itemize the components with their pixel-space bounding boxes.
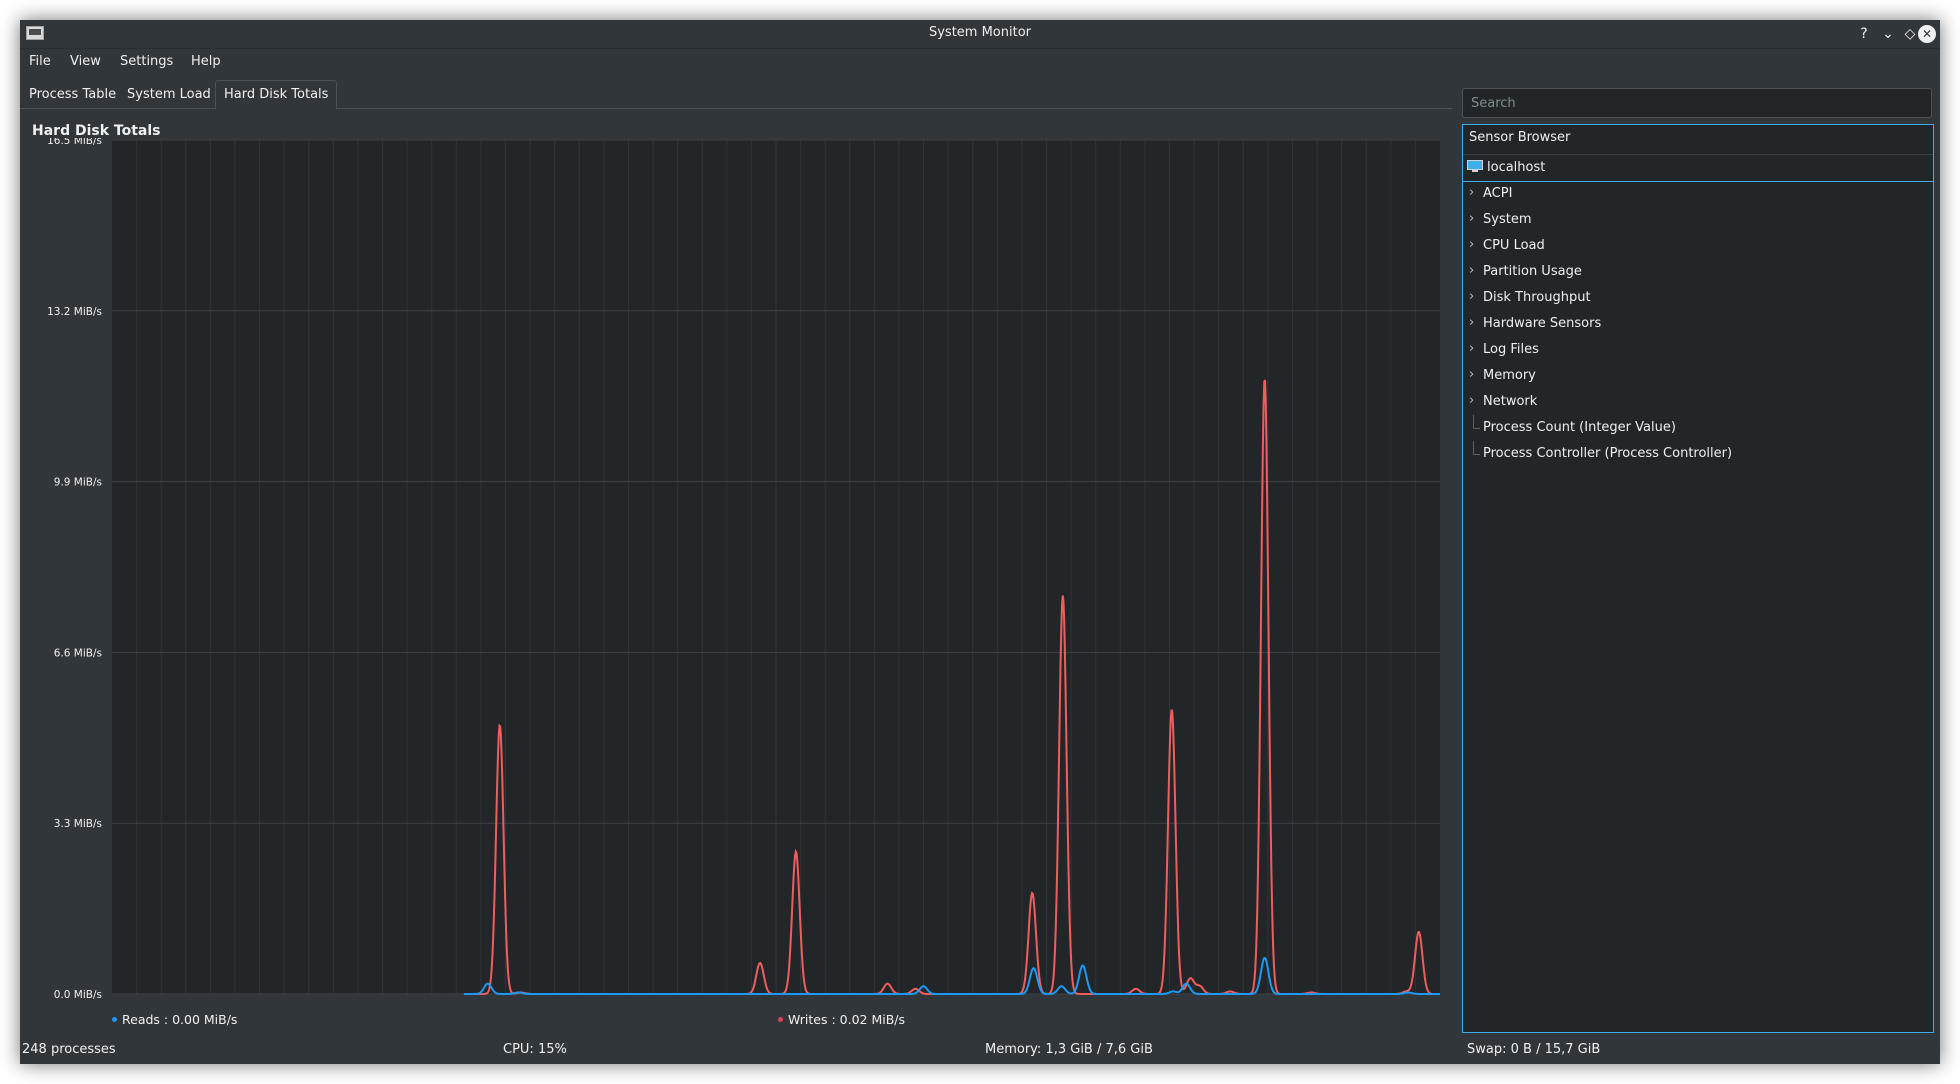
chevron-right-icon[interactable]: › bbox=[1469, 315, 1474, 330]
chevron-right-icon[interactable]: › bbox=[1469, 237, 1474, 252]
legend-reads-label: Reads : 0.00 MiB/s bbox=[122, 1012, 238, 1027]
chevron-right-icon[interactable]: › bbox=[1469, 289, 1474, 304]
tree-item-log-files[interactable]: › Log Files bbox=[1463, 337, 1933, 363]
tree-item-label: Partition Usage bbox=[1483, 264, 1582, 279]
tree-item-acpi[interactable]: › ACPI bbox=[1463, 181, 1933, 207]
tree-item-memory[interactable]: › Memory bbox=[1463, 363, 1933, 389]
tree-item-label: Log Files bbox=[1483, 342, 1539, 357]
status-bar: 248 processes CPU: 15% Memory: 1,3 GiB /… bbox=[20, 1038, 1940, 1060]
tree-label-localhost: localhost bbox=[1487, 160, 1546, 175]
status-memory: Memory: 1,3 GiB / 7,6 GiB bbox=[985, 1042, 1153, 1057]
chevron-right-icon[interactable]: › bbox=[1469, 185, 1474, 200]
y-axis-ticks: 16.5 MiB/s 13.2 MiB/s 9.9 MiB/s 6.6 MiB/s 3.… bbox=[47, 138, 102, 1001]
reads-color-dot bbox=[112, 1017, 117, 1022]
sensor-browser: Sensor Browser localhost › ACPI › System › CP… bbox=[1462, 124, 1934, 1033]
tree-item-process-controller-process-controller[interactable]: Process Controller (Process Controller) bbox=[1463, 441, 1933, 467]
maximize-icon[interactable]: ◇ bbox=[1900, 24, 1920, 44]
tab-bar: Process Table System Load Hard Disk Tota… bbox=[20, 78, 1452, 110]
legend-writes-label: Writes : 0.02 MiB/s bbox=[788, 1012, 906, 1027]
y-tick-label: 9.9 MiB/s bbox=[54, 477, 102, 489]
plot-title: Hard Disk Totals bbox=[32, 123, 161, 139]
menu-bar: File View Settings Help bbox=[20, 50, 1940, 74]
computer-icon bbox=[1467, 160, 1483, 172]
tree-item-disk-throughput[interactable]: › Disk Throughput bbox=[1463, 285, 1933, 311]
window-title: System Monitor bbox=[928, 25, 1032, 40]
y-tick-label: 3.3 MiB/s bbox=[54, 818, 102, 830]
tree-item-label: Process Count (Integer Value) bbox=[1483, 420, 1676, 435]
legend-writes: Writes : 0.02 MiB/s bbox=[778, 1012, 905, 1027]
chevron-right-icon[interactable]: › bbox=[1469, 341, 1474, 356]
tree-item-hardware-sensors[interactable]: › Hardware Sensors bbox=[1463, 311, 1933, 337]
tree-item-label: Process Controller (Process Controller) bbox=[1483, 446, 1733, 461]
chevron-right-icon[interactable]: › bbox=[1469, 367, 1474, 382]
search-input[interactable] bbox=[1462, 88, 1932, 118]
tree-item-partition-usage[interactable]: › Partition Usage bbox=[1463, 259, 1933, 285]
tree-item-label: ACPI bbox=[1483, 186, 1513, 201]
title-bar[interactable]: System Monitor ? ⌄ ◇ ✕ bbox=[20, 20, 1940, 49]
menu-file[interactable]: File bbox=[29, 54, 51, 69]
menu-view[interactable]: View bbox=[70, 54, 101, 69]
tree-item-process-count-integer-value[interactable]: Process Count (Integer Value) bbox=[1463, 415, 1933, 441]
tree-item-label: Network bbox=[1483, 394, 1538, 409]
tree-branch-line bbox=[1473, 415, 1480, 429]
minimize-icon[interactable]: ⌄ bbox=[1878, 24, 1898, 44]
y-tick-label: 0.0 MiB/s bbox=[54, 989, 102, 1001]
tab-process-table[interactable]: Process Table bbox=[21, 82, 124, 107]
status-processes: 248 processes bbox=[22, 1042, 116, 1057]
tree-item-cpu-load[interactable]: › CPU Load bbox=[1463, 233, 1933, 259]
system-monitor-window: System Monitor ? ⌄ ◇ ✕ File View Setting… bbox=[20, 20, 1940, 1064]
tab-system-load[interactable]: System Load bbox=[119, 82, 219, 107]
tree-item-system[interactable]: › System bbox=[1463, 207, 1933, 233]
help-icon[interactable]: ? bbox=[1854, 24, 1874, 44]
sensor-browser-header: Sensor Browser bbox=[1469, 130, 1571, 145]
menu-help[interactable]: Help bbox=[191, 54, 221, 69]
tab-hard-disk-totals[interactable]: Hard Disk Totals bbox=[215, 80, 338, 110]
tree-item-label: Memory bbox=[1483, 368, 1536, 383]
tree-item-label: Hardware Sensors bbox=[1483, 316, 1602, 331]
y-tick-label: 13.2 MiB/s bbox=[47, 306, 102, 318]
disk-throughput-chart: 16.5 MiB/s 13.2 MiB/s 9.9 MiB/s 6.6 MiB/s 3.… bbox=[47, 138, 1440, 1001]
chevron-right-icon[interactable]: › bbox=[1469, 263, 1474, 278]
close-icon[interactable]: ✕ bbox=[1918, 25, 1936, 43]
chevron-right-icon[interactable]: › bbox=[1469, 393, 1474, 408]
tree-branch-line bbox=[1473, 441, 1480, 455]
tree-item-localhost[interactable]: localhost bbox=[1463, 155, 1933, 182]
legend-reads: Reads : 0.00 MiB/s bbox=[112, 1012, 237, 1027]
menu-settings[interactable]: Settings bbox=[120, 54, 173, 69]
chevron-right-icon[interactable]: › bbox=[1469, 211, 1474, 226]
tree-item-label: Disk Throughput bbox=[1483, 290, 1591, 305]
tree-item-label: CPU Load bbox=[1483, 238, 1545, 253]
writes-color-dot bbox=[778, 1017, 783, 1022]
tree-item-label: System bbox=[1483, 212, 1532, 227]
tree-item-network[interactable]: › Network bbox=[1463, 389, 1933, 415]
status-swap: Swap: 0 B / 15,7 GiB bbox=[1467, 1042, 1601, 1057]
y-tick-label: 16.5 MiB/s bbox=[47, 138, 102, 147]
y-tick-label: 6.6 MiB/s bbox=[54, 647, 102, 659]
status-cpu: CPU: 15% bbox=[503, 1042, 567, 1057]
